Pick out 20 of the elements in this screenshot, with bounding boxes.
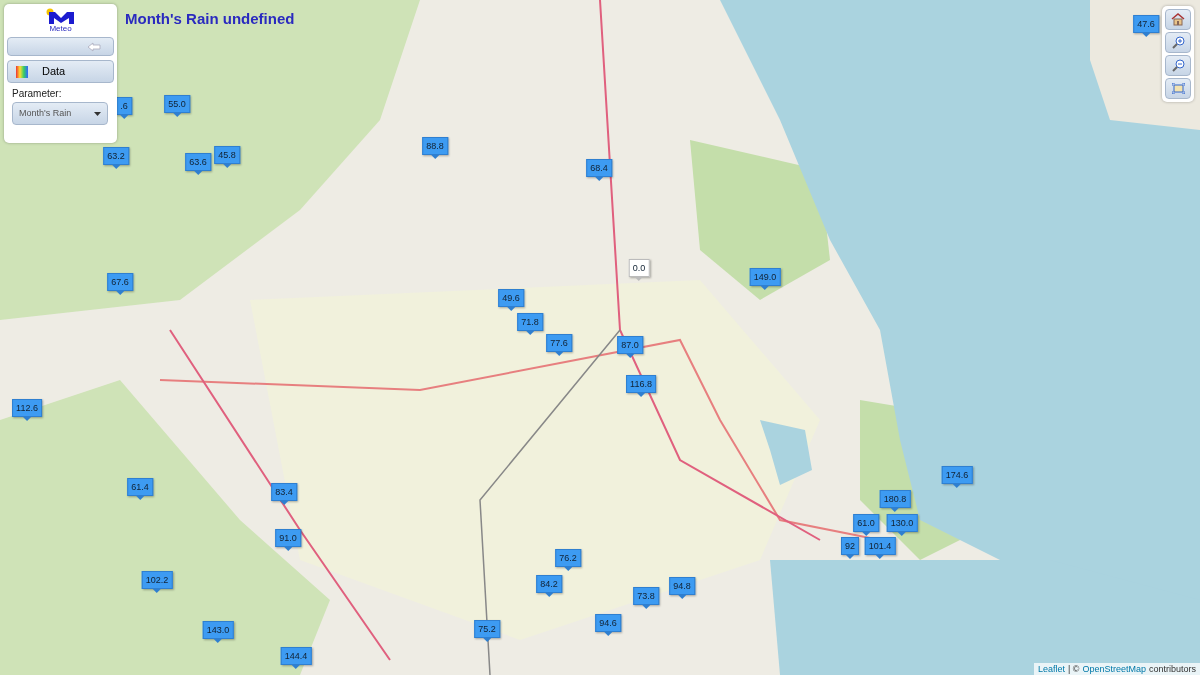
zoom-out-button[interactable] [1165, 55, 1191, 76]
leaflet-link[interactable]: Leaflet [1037, 664, 1065, 674]
house-icon [1171, 13, 1185, 26]
extent-icon [1171, 83, 1185, 94]
parameter-label: Parameter: [12, 87, 63, 101]
openstreetmap-link[interactable]: OpenStreetMap [1082, 664, 1146, 674]
caret-icon [94, 111, 101, 116]
copyright-text: | © [1067, 664, 1080, 674]
zoom-in-icon [1171, 36, 1185, 49]
map-title: Month's Rain undefined [125, 10, 295, 27]
logo-text: Meteo [49, 24, 72, 33]
parameter-select[interactable]: Month's Rain [12, 102, 108, 125]
color-scale-icon [16, 65, 28, 78]
arrow-left-icon [87, 41, 101, 52]
zoom-in-button[interactable] [1165, 32, 1191, 53]
data-button[interactable]: Data [7, 60, 114, 83]
contributors-text: contributors [1148, 664, 1196, 674]
logo-icon [45, 8, 76, 24]
home-button[interactable] [1165, 9, 1191, 30]
zoom-out-icon [1171, 59, 1185, 72]
